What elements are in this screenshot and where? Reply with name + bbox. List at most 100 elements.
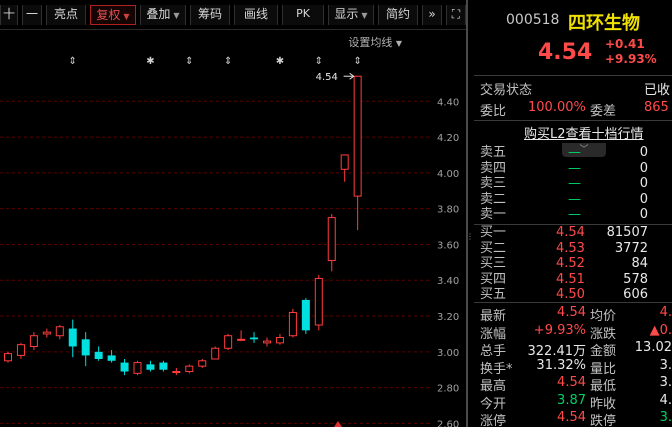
stat-value: 4.54 — [557, 410, 586, 425]
stat-label: 昨收 — [590, 396, 617, 412]
weibi-value: 100.00% — [528, 100, 586, 115]
stat-label: 涨跌 — [590, 326, 617, 342]
bid-label: 买五 — [480, 287, 507, 302]
candle-body — [314, 277, 323, 326]
stat-value: 4. — [659, 305, 672, 320]
overlay-button[interactable]: 叠加 ▼ — [140, 5, 186, 25]
ask-label: 卖五 — [480, 145, 507, 160]
zoom-out-button[interactable]: 一 — [22, 5, 42, 25]
candle-body — [185, 365, 194, 373]
ask-label: 卖四 — [480, 160, 507, 176]
candle-body — [146, 364, 155, 370]
stat-value: ▲0. — [649, 322, 672, 338]
candle-body — [250, 337, 259, 340]
candle-body — [353, 75, 362, 197]
y-tick-label: 4.40 — [437, 97, 459, 108]
dropdown-arrow-icon: ▼ — [395, 39, 402, 48]
candle-body — [133, 362, 142, 374]
stat-value: 322.41万 — [527, 344, 587, 359]
dropdown-arrow-icon: ▼ — [173, 11, 180, 20]
bid-row[interactable]: 买一 4.54 81507 — [474, 225, 672, 241]
trade-status-value: 已收 — [644, 83, 671, 98]
y-tick-label: 3.20 — [437, 312, 459, 323]
candle-body — [81, 339, 90, 356]
bid-label: 买三 — [480, 256, 507, 271]
bid-row[interactable]: 买三 4.52 84 — [474, 256, 672, 272]
bid-price: 4.54 — [556, 225, 585, 240]
buy-l2-link[interactable]: 购买L2查看十档行情 — [524, 123, 644, 142]
fullscreen-icon[interactable]: ⛶ — [446, 5, 466, 25]
stat-label: 均价 — [590, 309, 617, 324]
stat-value: 13.02 — [634, 340, 672, 355]
candle-body — [16, 344, 25, 356]
event-marker-icon: ✱ — [146, 56, 154, 67]
event-marker-icon: ⇕ — [69, 56, 77, 67]
candle-body — [172, 371, 181, 374]
change-value: +0.41 — [605, 37, 645, 51]
candle-body — [301, 299, 310, 331]
candle-body — [29, 335, 38, 347]
candle-body — [120, 362, 129, 372]
stat-label: 今开 — [480, 396, 507, 412]
ask-row[interactable]: 卖四 — 0 — [474, 161, 672, 177]
ask-price: — — [568, 160, 581, 176]
simple-mode-button[interactable]: 简约 — [378, 5, 418, 25]
chart-toolbar: 十 一 亮点 复权 ▼ 叠加 ▼ 筹码 画线 PK 显示 ▼ 简约 » ⛶ — [0, 0, 468, 30]
stat-value: +9.93% — [533, 322, 586, 338]
ask-volume: 0 — [639, 176, 648, 191]
ask-price: — — [568, 176, 581, 191]
ask-label: 卖一 — [480, 207, 507, 222]
candle-body — [340, 154, 349, 170]
weibi-label: 委比 — [480, 104, 507, 119]
weicha-label: 委差 — [590, 104, 617, 119]
adjust-rights-button[interactable]: 复权 ▼ — [90, 5, 136, 25]
bid-row[interactable]: 买五 4.50 606 — [474, 287, 672, 303]
ask-row[interactable]: 卖一 — 0 — [474, 207, 672, 223]
more-icon[interactable]: » — [422, 5, 442, 25]
ma-setting-button[interactable]: 设置均线 ▼ — [348, 34, 402, 50]
pk-button[interactable]: PK — [282, 5, 324, 25]
bottom-marker-icon — [334, 421, 342, 427]
bid-label: 买四 — [480, 271, 507, 287]
bid-price: 4.51 — [556, 271, 585, 287]
bid-row[interactable]: 买四 4.51 578 — [474, 272, 672, 288]
candle-body — [42, 331, 51, 335]
stat-value: 31.32% — [536, 357, 586, 373]
stat-label: 最新 — [480, 309, 507, 324]
stat-label: 换手* — [480, 361, 513, 377]
ask-row[interactable]: 卖五 — 0 — [474, 145, 672, 161]
bid-price: 4.53 — [556, 240, 585, 256]
candle-body — [327, 217, 336, 262]
y-tick-label: 3.60 — [437, 240, 459, 251]
stat-row: 最高 4.54 最低 3. — [474, 375, 672, 394]
divider — [474, 75, 672, 76]
y-tick-label: 2.80 — [437, 384, 459, 395]
candle-body — [275, 337, 284, 344]
stat-label: 涨停 — [480, 414, 507, 427]
stat-value: 3.87 — [557, 392, 586, 408]
stat-label: 跌停 — [590, 414, 617, 427]
bid-row[interactable]: 买二 4.53 3772 — [474, 241, 672, 257]
display-button[interactable]: 显示 ▼ — [328, 5, 374, 25]
ask-row[interactable]: 卖三 — 0 — [474, 176, 672, 192]
bid-price: 4.52 — [556, 256, 585, 271]
event-marker-icon: ⇕ — [315, 56, 323, 67]
crosshair-button[interactable]: 十 — [0, 5, 18, 25]
kline-chart[interactable]: 4.40 4.20 4.00 3.80 3.60 3.40 3.20 3.00 2.80 2.60… — [0, 30, 468, 427]
bid-label: 买一 — [480, 225, 507, 240]
highlights-button[interactable]: 亮点 — [46, 5, 86, 25]
ask-price: — — [568, 145, 581, 160]
draw-line-button[interactable]: 画线 — [234, 5, 278, 25]
panel-resize-handle[interactable]: ⋮ — [466, 232, 474, 242]
stat-value: 3. — [659, 410, 672, 425]
ask-price: — — [568, 191, 581, 207]
ask-row[interactable]: 卖二 — 0 — [474, 192, 672, 208]
chips-button[interactable]: 筹码 — [190, 5, 230, 25]
stat-row: 今开 3.87 昨收 4. — [474, 392, 672, 412]
candle-body — [4, 353, 12, 362]
divider — [474, 120, 672, 121]
change-percent: +9.93% — [605, 52, 657, 66]
ask-price: — — [568, 207, 581, 222]
bid-volume: 3772 — [614, 240, 648, 256]
trade-status-row: 交易状态 已收 — [474, 79, 672, 98]
